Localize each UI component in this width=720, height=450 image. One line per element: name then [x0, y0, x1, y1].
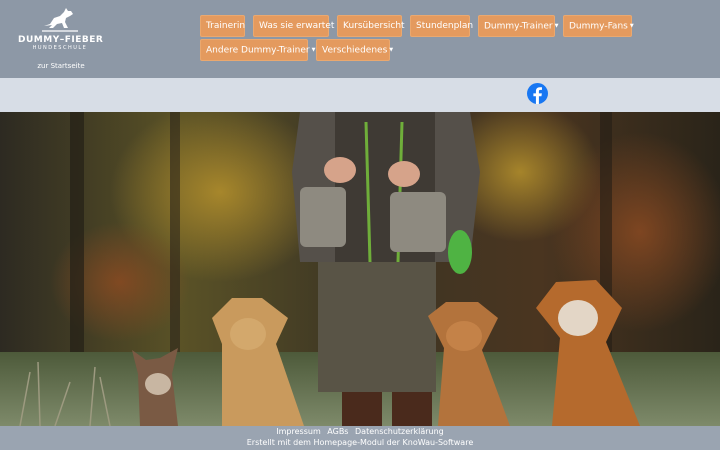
nav-label: Dummy-Trainer — [484, 21, 553, 32]
nav-label: Stundenplan — [416, 21, 474, 31]
nav-label: Andere Dummy-Trainer — [206, 45, 310, 56]
footer-credit[interactable]: Erstellt mit dem Homepage-Modul der KnoW… — [0, 438, 720, 448]
nav-item-dummy-fans[interactable]: Dummy-Fans ▼ — [563, 15, 634, 37]
nav-item-kursuebersicht[interactable]: Kursübersicht — [337, 15, 405, 37]
nav-label: Kursübersicht — [343, 21, 405, 31]
hero-image — [0, 112, 720, 426]
dropdown-caret-icon: ▼ — [629, 23, 634, 29]
footer-links: Impressum AGBs Datenschutzerklärung — [0, 427, 720, 437]
nav-item-stundenplan[interactable]: Stundenplan — [410, 15, 474, 37]
dropdown-caret-icon: ▼ — [554, 23, 559, 29]
footer-link-agbs[interactable]: AGBs — [327, 427, 348, 436]
brand-tagline: HUNDESCHULE — [32, 45, 88, 51]
nav-item-verschiedenes[interactable]: Verschiedenes ▼ — [316, 39, 394, 61]
nav-item-trainerin[interactable]: Trainerin — [200, 15, 245, 37]
facebook-icon[interactable] — [527, 83, 548, 104]
brand-name: DUMMY–FIEBER — [18, 35, 104, 45]
nav-label: Dummy-Fans — [569, 21, 628, 32]
site-footer: Impressum AGBs Datenschutzerklärung Erst… — [0, 426, 720, 450]
site-header: DUMMY–FIEBER HUNDESCHULE zur Startseite … — [0, 0, 720, 78]
nav-item-dummy-trainer[interactable]: Dummy-Trainer ▼ — [478, 15, 558, 37]
dog-logo-icon — [42, 8, 78, 32]
social-bar — [0, 78, 720, 112]
dropdown-caret-icon: ▼ — [389, 47, 394, 53]
nav-item-andere-dummy-trainer[interactable]: Andere Dummy-Trainer ▼ — [200, 39, 315, 61]
nav-label: Trainerin — [206, 21, 246, 31]
nav-label: Was sie erwartet — [259, 21, 335, 31]
nav-label: Verschiedenes — [322, 45, 388, 56]
footer-link-datenschutz[interactable]: Datenschutzerklärung — [355, 427, 444, 436]
dropdown-caret-icon: ▼ — [311, 47, 316, 53]
home-link[interactable]: zur Startseite — [20, 62, 102, 70]
nav-item-was-sie-erwartet[interactable]: Was sie erwartet — [253, 15, 334, 37]
footer-link-impressum[interactable]: Impressum — [276, 427, 320, 436]
